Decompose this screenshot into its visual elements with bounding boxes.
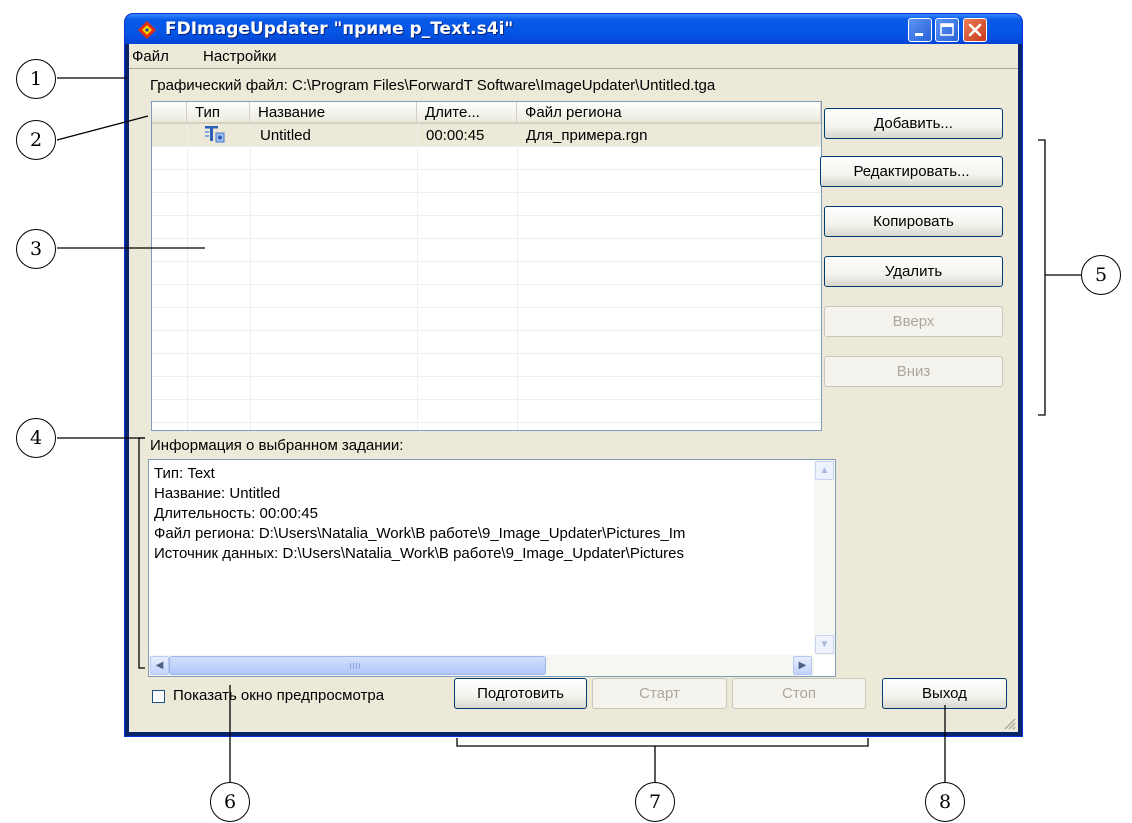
callout-3: 3 xyxy=(16,229,56,269)
callout-7: 7 xyxy=(635,782,675,822)
menu-settings[interactable]: Настройки xyxy=(203,48,277,65)
tasks-list-header: Тип Название Длите... Файл региона xyxy=(152,102,821,124)
info-line-data-source: Источник данных: D:\Users\Natalia_Work\В… xyxy=(154,545,685,562)
text-task-icon xyxy=(205,126,225,143)
empty-row xyxy=(152,170,821,193)
minimize-icon xyxy=(915,33,923,36)
task-info-textbox[interactable]: Тип: Text Название: Untitled Длительност… xyxy=(148,459,836,677)
tasks-list[interactable]: Тип Название Длите... Файл региона Untit… xyxy=(151,101,822,431)
close-button[interactable] xyxy=(963,18,987,42)
preview-checkbox-label[interactable]: Показать окно предпросмотра xyxy=(173,687,384,704)
column-header-duration[interactable]: Длите... xyxy=(417,102,517,124)
scroll-up-arrow-icon[interactable]: ▲ xyxy=(815,461,834,480)
info-line-type: Тип: Text xyxy=(154,465,215,482)
empty-row xyxy=(152,147,821,170)
column-header-type[interactable]: Тип xyxy=(187,102,250,124)
task-region-file-cell: Для_примера.rgn xyxy=(526,127,648,144)
empty-row xyxy=(152,400,821,423)
empty-row xyxy=(152,216,821,239)
column-header-name[interactable]: Название xyxy=(250,102,417,124)
graphic-file-path: Графический файл: C:\Program Files\Forwa… xyxy=(150,77,716,94)
empty-row xyxy=(152,331,821,354)
window-title: FDImageUpdater "приме р_Text.s4i" xyxy=(165,19,514,39)
add-button[interactable]: Добавить... xyxy=(824,108,1003,139)
maximize-button[interactable] xyxy=(935,18,959,42)
scroll-left-arrow-icon[interactable]: ◀ xyxy=(150,656,169,675)
minimize-button[interactable] xyxy=(908,18,932,42)
close-icon xyxy=(968,23,982,37)
delete-button[interactable]: Удалить xyxy=(824,256,1003,287)
column-header-blank[interactable] xyxy=(152,102,187,124)
callout-4: 4 xyxy=(16,418,56,458)
maximize-icon xyxy=(940,23,954,36)
window-client-area: Файл Настройки Графический файл: C:\Prog… xyxy=(129,44,1018,732)
diamond-app-icon xyxy=(138,21,156,39)
stop-button[interactable]: Стоп xyxy=(732,678,866,709)
empty-row xyxy=(152,262,821,285)
empty-row xyxy=(152,377,821,400)
horizontal-scrollbar[interactable]: ◀ ▶ xyxy=(149,655,814,676)
exit-button[interactable]: Выход xyxy=(882,678,1007,709)
callout-2: 2 xyxy=(16,120,56,160)
empty-row xyxy=(152,285,821,308)
menu-file[interactable]: Файл xyxy=(132,48,169,65)
empty-row xyxy=(152,308,821,331)
empty-row xyxy=(152,193,821,216)
preview-checkbox[interactable] xyxy=(152,690,165,703)
app-window: FDImageUpdater "приме р_Text.s4i" Файл Н… xyxy=(125,14,1022,736)
task-name-cell: Untitled xyxy=(260,127,311,144)
menu-bar: Файл Настройки xyxy=(129,44,1018,69)
callout-1: 1 xyxy=(16,59,56,99)
menu-separator xyxy=(129,68,1018,69)
empty-row xyxy=(152,239,821,262)
table-row[interactable]: Untitled 00:00:45 Для_примера.rgn xyxy=(152,124,821,147)
move-down-button[interactable]: Вниз xyxy=(824,356,1003,387)
info-line-name: Название: Untitled xyxy=(154,485,281,502)
move-up-button[interactable]: Вверх xyxy=(824,306,1003,337)
vertical-scrollbar[interactable]: ▲ ▼ xyxy=(814,460,835,655)
info-line-region-file: Файл региона: D:\Users\Natalia_Work\В ра… xyxy=(154,525,686,542)
prepare-button[interactable]: Подготовить xyxy=(454,678,587,709)
empty-row xyxy=(152,354,821,377)
edit-button[interactable]: Редактировать... xyxy=(820,156,1003,187)
copy-button[interactable]: Копировать xyxy=(824,206,1003,237)
title-bar[interactable]: FDImageUpdater "приме р_Text.s4i" xyxy=(125,14,1022,44)
task-info-label: Информация о выбранном задании: xyxy=(150,437,404,454)
scroll-down-arrow-icon[interactable]: ▼ xyxy=(815,635,834,654)
scroll-right-arrow-icon[interactable]: ▶ xyxy=(793,656,812,675)
start-button[interactable]: Старт xyxy=(592,678,727,709)
resize-grip-icon[interactable] xyxy=(1002,716,1016,730)
callout-5: 5 xyxy=(1081,255,1121,295)
grip-icon xyxy=(350,663,362,669)
column-header-region-file[interactable]: Файл региона xyxy=(517,102,821,124)
info-line-duration: Длительность: 00:00:45 xyxy=(154,505,318,522)
callout-8: 8 xyxy=(925,782,965,822)
callout-6: 6 xyxy=(210,782,250,822)
horizontal-scroll-thumb[interactable] xyxy=(169,656,546,675)
task-duration-cell: 00:00:45 xyxy=(426,127,485,144)
